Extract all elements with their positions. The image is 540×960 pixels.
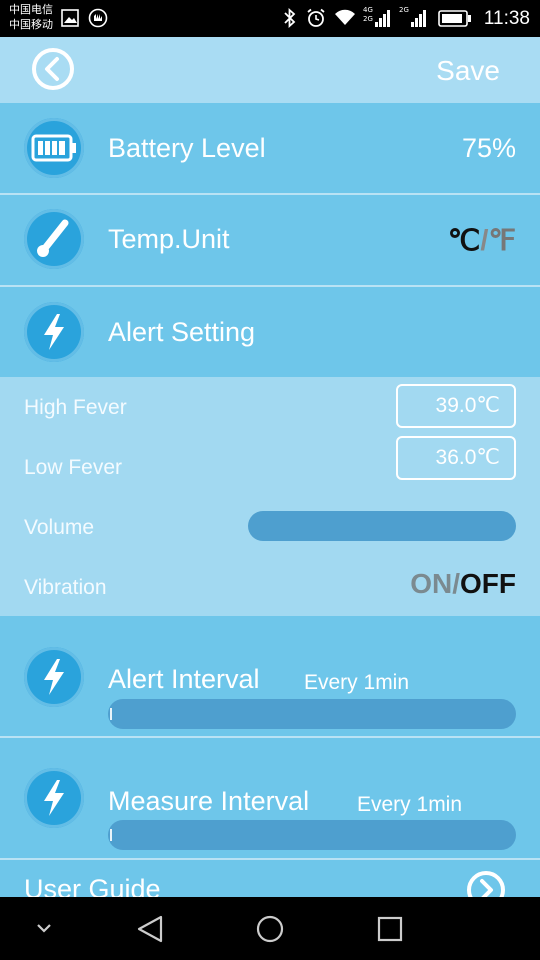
header-bar: Save xyxy=(0,37,540,103)
forward-circle-icon[interactable] xyxy=(466,870,506,897)
user-guide-label: User Guide xyxy=(24,874,161,897)
vibration-toggle: ON/OFF xyxy=(410,568,516,600)
fahrenheit-option[interactable]: ℉ xyxy=(488,225,516,257)
volume-label: Volume xyxy=(24,516,95,539)
volume-slider-fill xyxy=(248,511,516,541)
collapse-icon[interactable] xyxy=(24,897,64,960)
lightning-icon xyxy=(24,768,84,828)
low-fever-label: Low Fever xyxy=(24,456,123,479)
app-notification-icon xyxy=(88,8,108,33)
alert-interval-thumb[interactable] xyxy=(110,708,112,720)
bluetooth-icon xyxy=(283,7,297,33)
vibration-separator: / xyxy=(452,568,460,599)
home-circle-icon[interactable] xyxy=(250,897,290,960)
thermometer-icon xyxy=(24,209,84,269)
back-button[interactable] xyxy=(31,47,75,91)
status-time: 11:38 xyxy=(483,8,530,29)
alert-interval-slider[interactable] xyxy=(108,699,516,729)
carrier-2: 中国移动 xyxy=(9,18,53,31)
measure-interval-thumb[interactable] xyxy=(110,829,112,841)
signal-1-icon xyxy=(374,8,392,33)
measure-interval-slider[interactable] xyxy=(108,820,516,850)
wifi-icon xyxy=(333,7,357,32)
measure-interval-value: Every 1min xyxy=(357,793,463,816)
vibration-on-option[interactable]: ON xyxy=(410,568,452,599)
network-1-bottom-label: 2G xyxy=(363,15,373,23)
status-bar: 中国电信 中国移动 4G 2G 2G 11:38 xyxy=(0,0,540,37)
battery-status-icon xyxy=(438,10,472,32)
measure-interval-row: Measure Interval Every 1min xyxy=(0,738,540,858)
battery-row: Battery Level 75% xyxy=(0,103,540,193)
temp-unit-label: Temp.Unit xyxy=(108,224,230,254)
save-button[interactable]: Save xyxy=(436,55,500,87)
user-guide-row[interactable]: User Guide xyxy=(0,860,540,897)
alert-interval-value: Every 1min xyxy=(304,671,410,694)
volume-slider[interactable] xyxy=(248,511,516,541)
low-fever-input[interactable]: 36.0℃ xyxy=(396,436,516,480)
image-notification-icon xyxy=(61,9,79,32)
carrier-labels: 中国电信 中国移动 xyxy=(9,2,53,32)
measure-interval-label: Measure Interval xyxy=(108,786,310,816)
alert-setting-row: Alert Setting xyxy=(0,287,540,377)
alert-interval-label: Alert Interval xyxy=(108,664,260,694)
carrier-1: 中国电信 xyxy=(9,3,53,16)
vibration-off-option[interactable]: OFF xyxy=(460,568,516,599)
battery-level-label: Battery Level xyxy=(108,133,266,163)
lightning-icon xyxy=(24,302,84,362)
navigation-bar xyxy=(0,897,540,960)
alert-interval-row: Alert Interval Every 1min xyxy=(0,616,540,736)
celsius-option[interactable]: ℃ xyxy=(448,225,481,257)
alert-setting-panel: High Fever 39.0℃ Low Fever 36.0℃ Volume … xyxy=(0,377,540,616)
network-2-label: 2G xyxy=(399,6,409,14)
lightning-icon xyxy=(24,647,84,707)
back-circle-icon xyxy=(32,48,74,90)
vibration-label: Vibration xyxy=(24,576,107,599)
alert-setting-label: Alert Setting xyxy=(108,317,256,347)
high-fever-input[interactable]: 39.0℃ xyxy=(396,384,516,428)
recents-square-icon[interactable] xyxy=(370,897,410,960)
temp-unit-row: Temp.Unit ℃/℉ xyxy=(0,195,540,285)
temp-unit-toggle: ℃/℉ xyxy=(448,223,516,258)
signal-2-icon xyxy=(410,8,428,33)
battery-level-value: 75% xyxy=(461,133,516,163)
high-fever-label: High Fever xyxy=(24,396,127,419)
network-1-top-label: 4G xyxy=(363,6,373,14)
battery-icon xyxy=(24,118,84,178)
back-triangle-icon[interactable] xyxy=(130,897,170,960)
alarm-icon xyxy=(306,8,326,33)
